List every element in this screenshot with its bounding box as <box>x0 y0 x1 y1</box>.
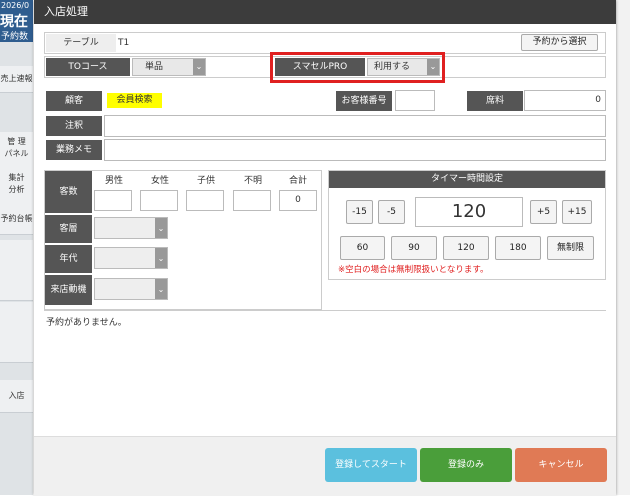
seat-fee-input[interactable]: 0 <box>524 90 606 111</box>
timer-preset-60[interactable]: 60 <box>340 236 385 260</box>
timer-minus5-button[interactable]: -5 <box>378 200 405 224</box>
timer-title: タイマー時間設定 <box>329 171 605 188</box>
background-header: 2026/0 現在 予約数 <box>0 0 33 42</box>
chevron-down-icon: ⌄ <box>193 59 205 75</box>
guest-male-input[interactable] <box>94 190 132 211</box>
table-label: テーブル <box>46 34 116 52</box>
timer-plus15-button[interactable]: +15 <box>562 200 592 224</box>
guest-col-unknown: 不明 <box>243 176 262 186</box>
timer-preset-120[interactable]: 120 <box>443 236 489 260</box>
timer-note: ※空白の場合は無制限扱いとなります。 <box>338 265 489 275</box>
to-course-label: TOコース <box>46 58 130 76</box>
sidebar-item-admin-panel[interactable]: 管 理 パネル <box>0 132 33 171</box>
guest-unknown-input[interactable] <box>233 190 271 211</box>
chevron-down-icon: ⌄ <box>427 59 439 75</box>
timer-minus15-button[interactable]: -15 <box>346 200 373 224</box>
visit-motive-label: 来店動機 <box>45 275 92 305</box>
no-reservation-text: 予約がありません。 <box>46 318 127 328</box>
member-search-button[interactable]: 会員検索 <box>107 93 162 108</box>
sidebar-item-analytics[interactable]: 集計 分析 <box>0 168 33 207</box>
timer-preset-90[interactable]: 90 <box>391 236 437 260</box>
sidebar-spacer <box>0 302 33 363</box>
guest-col-child: 子供 <box>196 176 215 186</box>
smacell-value: 利用する <box>374 62 411 72</box>
modal-title: 入店処理 <box>44 5 88 18</box>
smacell-label: スマセルPRO <box>275 58 365 76</box>
sidebar-item-sales-report[interactable]: 売上速報 <box>0 66 33 93</box>
modal-footer: 登録してスタート 登録のみ キャンセル <box>34 436 616 496</box>
timer-value-input[interactable]: 120 <box>415 197 523 227</box>
guest-col-female: 女性 <box>150 176 169 186</box>
background-date: 2026/0 <box>1 1 30 10</box>
to-course-value: 単品 <box>145 62 164 72</box>
divider <box>44 310 606 311</box>
table-value: T1 <box>118 38 130 48</box>
background-now: 現在 <box>0 14 28 30</box>
smacell-select[interactable]: 利用する ⌄ <box>367 58 440 76</box>
notes-input[interactable] <box>104 115 606 137</box>
background-reservations: 予約数 <box>1 32 29 42</box>
visit-motive-select[interactable]: ⌄ <box>94 278 168 300</box>
guest-female-input[interactable] <box>140 190 178 211</box>
timer-preset-180[interactable]: 180 <box>495 236 541 260</box>
register-and-start-button[interactable]: 登録してスタート <box>325 448 417 482</box>
customer-label: 顧客 <box>46 91 102 111</box>
seat-fee-label: 席料 <box>467 91 523 111</box>
background-sidebar: 2026/0 現在 予約数 売上速報 管 理 パネル 集計 分析 予約台帳 入店 <box>0 0 33 495</box>
sidebar-spacer <box>0 240 33 301</box>
business-memo-input[interactable] <box>104 139 606 161</box>
guest-col-male: 男性 <box>104 176 123 186</box>
guest-count-label: 客数 <box>45 171 92 213</box>
business-memo-label: 業務メモ <box>46 140 102 160</box>
timer-preset-unlimited[interactable]: 無制限 <box>547 236 594 260</box>
modal-content: テーブル T1 予約から選択 TOコース 単品 ⌄ スマセルPRO 利用する ⌄… <box>34 24 616 436</box>
notes-label: 注釈 <box>46 116 102 136</box>
reserve-select-button[interactable]: 予約から選択 <box>521 34 598 51</box>
background-right-edge <box>616 0 630 495</box>
customer-layer-label: 客層 <box>45 215 92 243</box>
register-only-button[interactable]: 登録のみ <box>420 448 512 482</box>
customer-layer-select[interactable]: ⌄ <box>94 217 168 239</box>
checkin-modal: 入店処理 テーブル T1 予約から選択 TOコース 単品 ⌄ スマセルPRO 利… <box>34 0 616 496</box>
customer-number-input[interactable] <box>395 90 435 111</box>
sidebar-item-reservation-book[interactable]: 予約台帳 <box>0 204 33 235</box>
customer-number-label: お客様番号 <box>336 91 392 111</box>
chevron-down-icon: ⌄ <box>155 279 167 299</box>
age-group-label: 年代 <box>45 245 92 273</box>
timer-plus5-button[interactable]: +5 <box>530 200 557 224</box>
chevron-down-icon: ⌄ <box>155 218 167 238</box>
guest-child-input[interactable] <box>186 190 224 211</box>
chevron-down-icon: ⌄ <box>155 248 167 268</box>
guest-total-value: 0 <box>279 190 317 211</box>
guest-col-total: 合計 <box>288 176 307 186</box>
modal-header: 入店処理 <box>34 0 616 24</box>
sidebar-item-checkin[interactable]: 入店 <box>0 380 33 413</box>
to-course-select[interactable]: 単品 ⌄ <box>132 58 206 76</box>
age-group-select[interactable]: ⌄ <box>94 247 168 269</box>
cancel-button[interactable]: キャンセル <box>515 448 607 482</box>
